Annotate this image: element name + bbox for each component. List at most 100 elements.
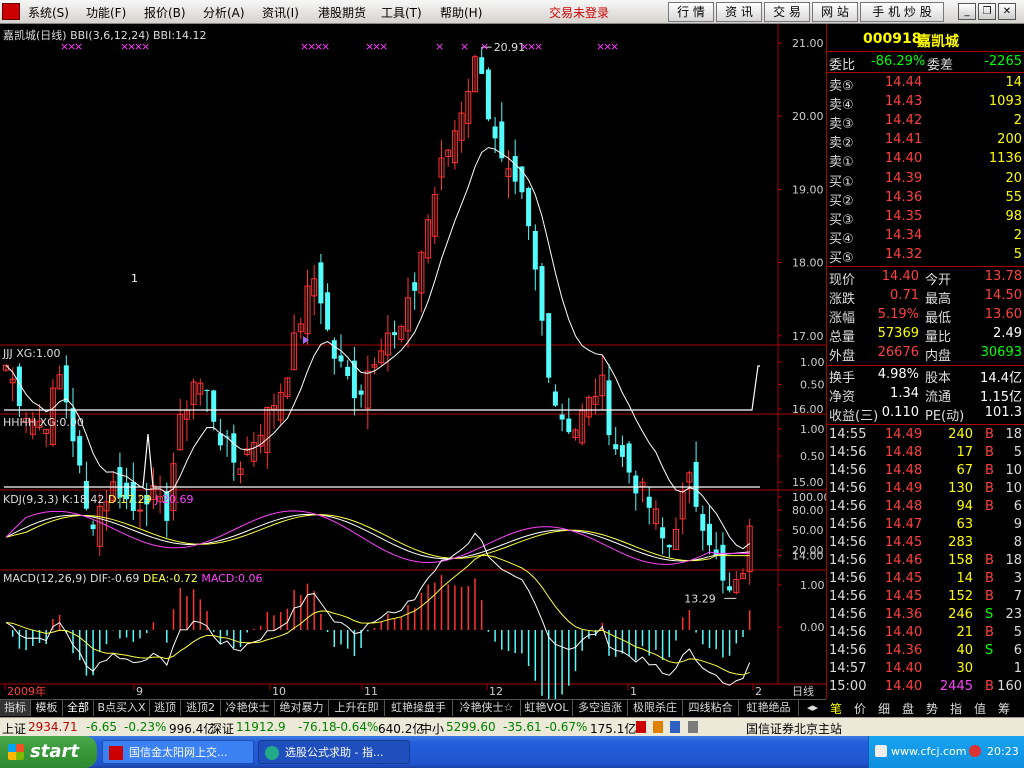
tab-trend[interactable]: 势: [926, 700, 938, 717]
tick-time: 14:56: [829, 517, 867, 532]
tab-lengyan[interactable]: 冷艳侠士: [221, 700, 275, 716]
menu-analysis[interactable]: 分析(A): [203, 4, 245, 21]
tab-hongyan-best[interactable]: 虹艳绝品: [739, 700, 799, 716]
trade-login-status[interactable]: 交易未登录: [549, 4, 609, 21]
tray-watermark: www.cfcj.com: [891, 745, 967, 758]
tick-count: 10: [1005, 463, 1022, 478]
chart-canvas[interactable]: 21.0020.0019.0018.0017.0016.0015.0014.00…: [0, 24, 826, 700]
tab-chips[interactable]: 筹: [998, 700, 1010, 717]
restore-icon[interactable]: ❐: [978, 3, 996, 20]
task-label: 国信金太阳网上交...: [129, 746, 228, 759]
bid-label: 买①: [829, 175, 854, 190]
tab-long-short[interactable]: 多空追涨: [573, 700, 628, 716]
tick-side: B: [985, 445, 994, 460]
ask-price: 14.44: [885, 75, 923, 90]
tick-count: 18: [1005, 427, 1022, 442]
tab-indicator[interactable]: 指标: [0, 700, 31, 716]
tick-volume: 246: [948, 607, 973, 622]
tick-time: 14:55: [829, 427, 867, 442]
server-name[interactable]: 国信证券北京主站: [746, 720, 842, 737]
tab-rising[interactable]: 上升在即: [329, 700, 385, 716]
fund-label: 股本: [925, 371, 952, 386]
tick-volume: 40: [956, 643, 973, 658]
tab-scroll-arrows[interactable]: ◂▸: [799, 700, 826, 716]
tick-time: 14:56: [829, 625, 867, 640]
tab-hongyan-vol[interactable]: 虹艳VOL: [521, 700, 573, 716]
tab-kill-dealer[interactable]: 极限杀庄: [628, 700, 683, 716]
tab-index[interactable]: 指: [950, 700, 962, 717]
tab-trades[interactable]: 笔: [830, 700, 842, 717]
tab-all[interactable]: 全部: [63, 700, 94, 716]
market-button[interactable]: 行 情: [668, 2, 714, 22]
y-tick-label: 1.00: [800, 356, 825, 369]
stat-row: 外盘 26676 内盘 30693: [827, 344, 1024, 364]
tick-list[interactable]: 14:55 14.49 240 B 18 14:56 14.48 17 B 5 14:56 14.48…: [827, 426, 1024, 698]
start-button[interactable]: start: [0, 736, 97, 768]
minimize-icon[interactable]: _: [958, 3, 976, 20]
tab-detail[interactable]: 细: [878, 700, 890, 717]
tab-escape-top2[interactable]: 逃顶2: [181, 700, 221, 716]
tab-hongyan-trader[interactable]: 虹艳操盘手: [385, 700, 453, 716]
network-icon[interactable]: [875, 745, 887, 757]
candle-body: [63, 365, 69, 403]
tab-orders[interactable]: 盘: [902, 700, 914, 717]
tick-price: 14.48: [885, 499, 923, 514]
macd-params: MACD(12,26,9): [3, 572, 87, 585]
bid-row: 买② 14.36 55: [827, 189, 1024, 209]
bid-row: 买③ 14.35 98: [827, 208, 1024, 228]
info-icon[interactable]: [670, 721, 680, 733]
tab-price[interactable]: 价: [854, 700, 866, 717]
x-tick-label: 9: [136, 685, 143, 698]
chart-area[interactable]: 21.00 20.00 19.00 18.00 17.00 16.00 15.00 14.00…: [0, 24, 826, 700]
y-tick-label: 0.50: [800, 450, 825, 463]
stat-label: 最高: [925, 292, 952, 307]
ask-label: 卖①: [829, 155, 854, 170]
website-button[interactable]: 网 站: [812, 2, 858, 22]
menu-system[interactable]: 系统(S): [28, 4, 69, 21]
kdj-panel-title: KDJ(9,3,3) K:18.42 D:17.29 J:20.69: [3, 493, 194, 506]
close-icon[interactable]: ✕: [998, 3, 1016, 20]
bid-row: 买① 14.39 20: [827, 170, 1024, 190]
tick-side: B: [985, 679, 994, 694]
bbi-params: BBI(3,6,12,24): [70, 29, 150, 42]
tab-four-lines[interactable]: 四线粘合: [683, 700, 739, 716]
bid-price: 14.32: [885, 247, 923, 262]
stock-header: 000918 嘉凯城: [827, 30, 1024, 50]
clock[interactable]: 20:23: [987, 745, 1019, 758]
tick-price: 14.49: [885, 427, 923, 442]
tab-lengyan-star[interactable]: 冷艳侠士☆: [453, 700, 521, 716]
antivirus-icon[interactable]: [969, 745, 981, 757]
tab-escape-top[interactable]: 逃顶: [150, 700, 181, 716]
stat-value: 57369: [877, 326, 919, 341]
settings-icon[interactable]: [688, 721, 698, 733]
fund-label: 流通: [925, 390, 952, 405]
menu-help[interactable]: 帮助(H): [440, 4, 482, 21]
menu-info[interactable]: 资讯(I): [262, 4, 299, 21]
tick-row: 14:56 14.36 40 S 6: [827, 642, 1024, 660]
tab-template[interactable]: 模板: [31, 700, 63, 716]
trade-button[interactable]: 交 易: [764, 2, 810, 22]
candle-body: [559, 414, 565, 420]
menu-function[interactable]: 功能(F): [86, 4, 126, 21]
tick-count: 160: [997, 679, 1022, 694]
tab-violence[interactable]: 绝对暴力: [275, 700, 329, 716]
task-browser[interactable]: 选股公式求助 - 指...: [258, 740, 410, 764]
tab-value[interactable]: 值: [974, 700, 986, 717]
stat-value: 14.50: [984, 288, 1022, 303]
mobile-trading-button[interactable]: 手 机 炒 股: [860, 2, 944, 22]
alert-icon[interactable]: [636, 721, 646, 733]
ask-label: 卖④: [829, 98, 854, 113]
menu-quote[interactable]: 报价(B): [144, 4, 186, 21]
news-icon[interactable]: [653, 721, 663, 733]
bid-label: 买⑤: [829, 251, 854, 266]
menu-tools[interactable]: 工具(T): [381, 4, 422, 21]
tab-b-point[interactable]: B点买入X: [94, 700, 150, 716]
task-gxjty[interactable]: 国信金太阳网上交...: [102, 740, 254, 764]
tick-volume: 17: [956, 445, 973, 460]
news-button[interactable]: 资 讯: [716, 2, 762, 22]
candle-body: [217, 433, 223, 446]
candle-body: [492, 126, 498, 139]
candle-body: [727, 586, 733, 591]
menu-hk-futures[interactable]: 港股期货: [318, 4, 366, 21]
tick-row: 14:56 14.45 283 8: [827, 534, 1024, 552]
